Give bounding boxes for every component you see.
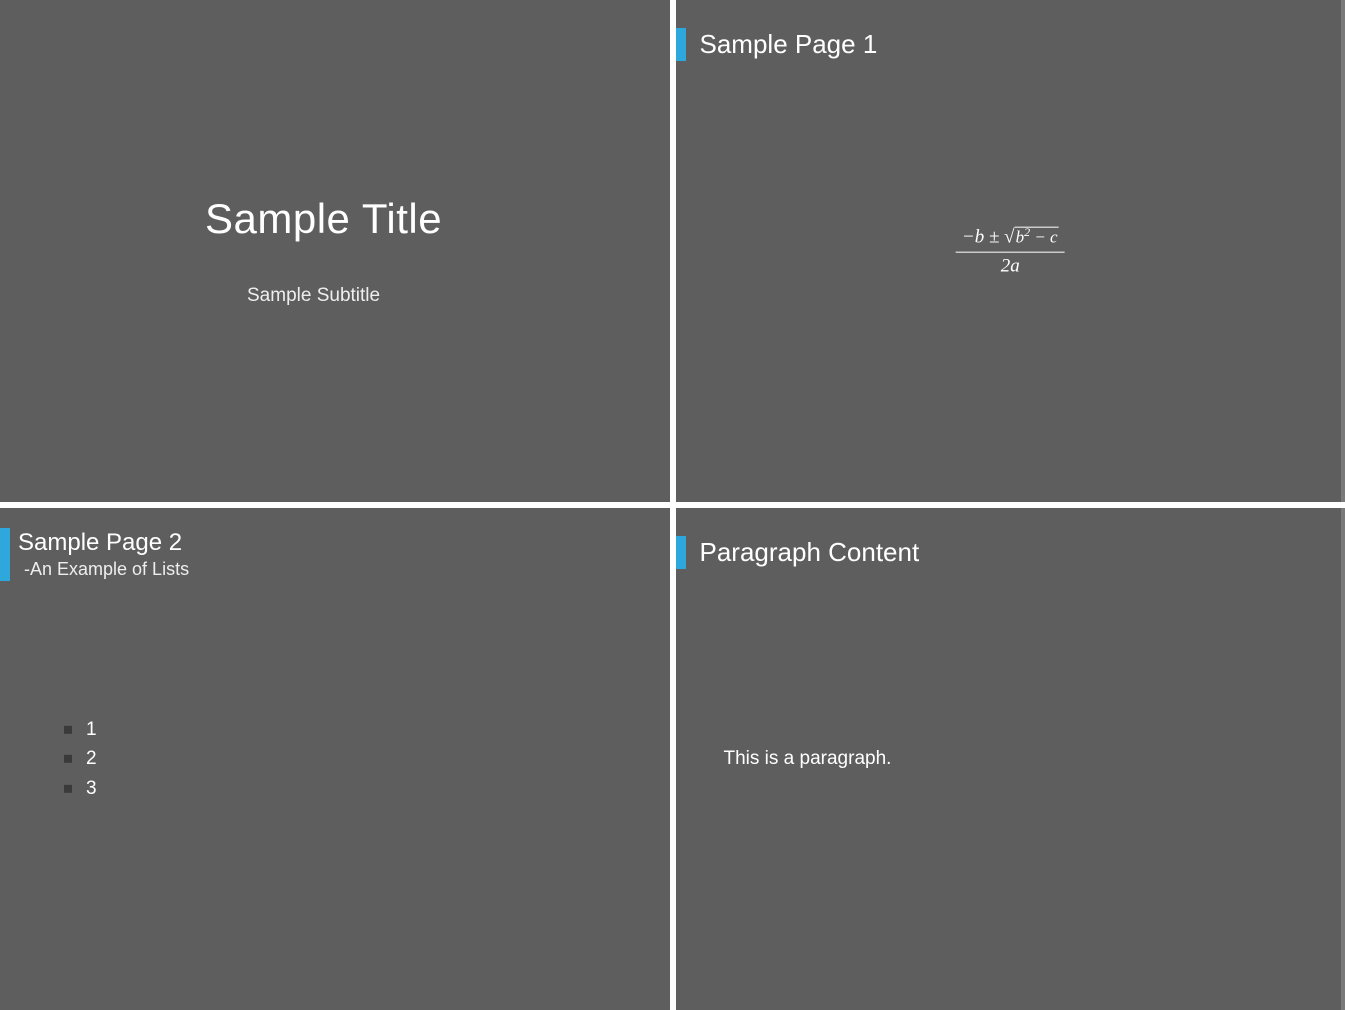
slide-grid: Sample Title Sample Subtitle Sample Page… — [0, 0, 1345, 1010]
slide-subtitle: -An Example of Lists — [18, 558, 189, 581]
bullet-list: 1 2 3 — [60, 715, 97, 803]
radicand-suffix: − c — [1030, 227, 1058, 246]
accent-bar-icon — [676, 28, 686, 61]
list-item: 2 — [60, 744, 97, 773]
numerator-prefix: −b ± — [962, 226, 1000, 247]
slide-title: Paragraph Content — [700, 536, 920, 569]
paragraph-body: This is a paragraph. — [724, 748, 892, 770]
slide-header-titles: Sample Page 2 -An Example of Lists — [18, 528, 189, 581]
slide-title: Sample Page 1 — [700, 28, 878, 61]
radical-sign-icon: √ — [1004, 226, 1014, 247]
math-formula: −b ± √b2 − c 2a — [956, 225, 1065, 278]
list-item: 1 — [60, 715, 97, 744]
presentation-title: Sample Title — [205, 195, 670, 243]
numerator: −b ± √b2 − c — [956, 225, 1065, 253]
presentation-subtitle: Sample Subtitle — [205, 285, 670, 307]
accent-bar-icon — [676, 536, 686, 569]
slide-header-titles: Sample Page 1 — [700, 28, 878, 61]
slide-title: Sample Page 2 — [18, 528, 189, 558]
list-item: 3 — [60, 774, 97, 803]
slide-title-page: Sample Title Sample Subtitle — [0, 0, 670, 502]
slide-header: Sample Page 2 -An Example of Lists — [0, 508, 670, 581]
slide-header-titles: Paragraph Content — [700, 536, 920, 569]
square-root: √b2 − c — [1004, 225, 1058, 249]
accent-bar-icon — [0, 528, 10, 581]
radicand-base: b — [1016, 227, 1025, 246]
radicand: b2 − c — [1015, 226, 1059, 246]
fraction: −b ± √b2 − c 2a — [956, 225, 1065, 278]
slide-paragraph-content: Paragraph Content This is a paragraph. — [676, 508, 1345, 1010]
slide-header: Sample Page 1 — [676, 0, 1345, 61]
slide-sample-page-2: Sample Page 2 -An Example of Lists 1 2 3 — [0, 508, 670, 1010]
slide-sample-page-1: Sample Page 1 −b ± √b2 − c 2a — [676, 0, 1345, 502]
slide-header: Paragraph Content — [676, 508, 1345, 569]
denominator: 2a — [956, 252, 1065, 277]
